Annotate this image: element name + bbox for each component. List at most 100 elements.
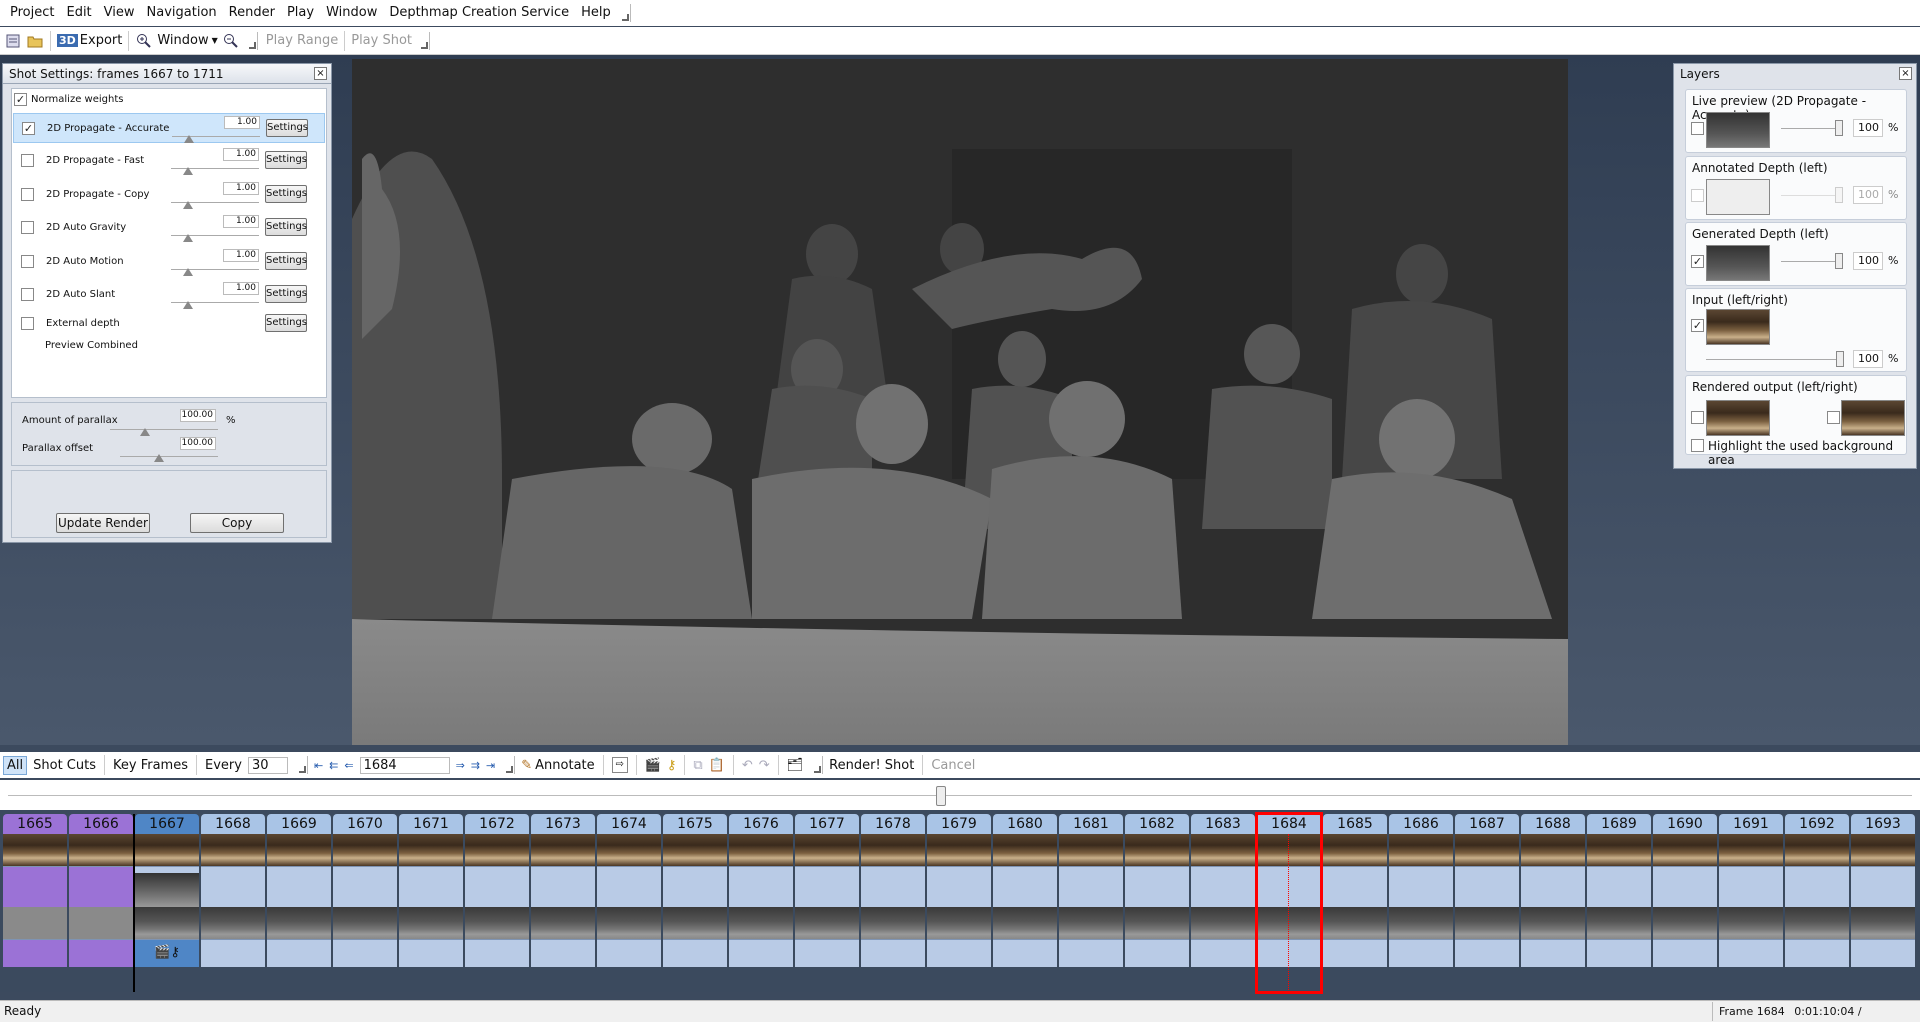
algorithm-row-propagate-copy[interactable]: 2D Propagate - Copy 1.00 Settings xyxy=(13,180,325,210)
parallax-offset-value[interactable]: 100.00 xyxy=(180,437,216,450)
frame-annotation-cell[interactable] xyxy=(333,866,397,907)
frame-column[interactable]: 1691 xyxy=(1719,814,1783,992)
slider-thumb[interactable] xyxy=(1835,253,1843,269)
slider-thumb[interactable] xyxy=(183,201,193,209)
frame-annotation-cell[interactable] xyxy=(1191,866,1255,907)
frame-keyframe-cell[interactable] xyxy=(1323,939,1387,967)
frame-keyframe-cell[interactable] xyxy=(1059,939,1123,967)
frame-annotation-cell[interactable] xyxy=(1785,866,1849,907)
slider-thumb[interactable] xyxy=(184,135,194,143)
settings-button[interactable]: Settings xyxy=(265,314,307,332)
new-project-icon[interactable] xyxy=(4,32,22,50)
weight-value[interactable]: 1.00 xyxy=(224,116,260,129)
next-frame-icon[interactable]: ⇒ xyxy=(456,759,465,772)
every-input[interactable]: 30 xyxy=(247,756,288,774)
frame-annotation-cell[interactable] xyxy=(1059,866,1123,907)
frame-annotation-cell[interactable] xyxy=(663,866,727,907)
slider-thumb[interactable] xyxy=(183,167,193,175)
copy-button[interactable]: Copy xyxy=(190,513,284,533)
frame-keyframe-cell[interactable] xyxy=(1125,939,1189,967)
frame-annotation-cell[interactable] xyxy=(69,866,133,907)
frame-keyframe-cell[interactable] xyxy=(1191,939,1255,967)
layer-visibility-checkbox-right[interactable] xyxy=(1827,411,1840,424)
toolbar-grip[interactable] xyxy=(506,756,516,774)
settings-button[interactable]: Settings xyxy=(265,252,307,270)
frame-annotation-cell[interactable] xyxy=(531,866,595,907)
layers-title-bar[interactable]: Layers × xyxy=(1674,64,1916,84)
algorithm-checkbox[interactable]: ✓ xyxy=(22,122,35,135)
menu-play[interactable]: Play xyxy=(281,0,320,26)
toolbar-grip[interactable] xyxy=(814,756,824,774)
prev-frame-icon[interactable]: ⇐ xyxy=(344,759,353,772)
frame-column[interactable]: 1666 xyxy=(69,814,133,992)
paste-icon[interactable]: 📋 xyxy=(709,758,725,773)
normalize-weights-checkbox[interactable]: ✓ xyxy=(14,93,27,106)
algorithm-checkbox[interactable] xyxy=(21,317,34,330)
layer-opacity-value[interactable]: 100 xyxy=(1853,186,1883,204)
layer-opacity-slider[interactable] xyxy=(1781,128,1841,129)
settings-button[interactable]: Settings xyxy=(265,151,307,169)
frame-column[interactable]: 1677 xyxy=(795,814,859,992)
layer-visibility-checkbox-left[interactable] xyxy=(1691,411,1704,424)
weight-value[interactable]: 1.00 xyxy=(223,215,259,228)
weight-value[interactable]: 1.00 xyxy=(223,148,259,161)
frame-column[interactable]: 1688 xyxy=(1521,814,1585,992)
frame-column[interactable]: 1676 xyxy=(729,814,793,992)
import-icon[interactable]: ⇨ xyxy=(611,757,628,773)
frame-column[interactable]: 1669 xyxy=(267,814,331,992)
frame-keyframe-cell[interactable] xyxy=(663,939,727,967)
frame-keyframe-cell[interactable] xyxy=(333,939,397,967)
frame-column[interactable]: 1668 xyxy=(201,814,265,992)
zoom-out-icon[interactable] xyxy=(222,32,240,50)
frame-annotation-cell[interactable] xyxy=(927,866,991,907)
frame-keyframe-cell[interactable] xyxy=(1851,939,1915,967)
export-frames-icon[interactable]: 🗂 xyxy=(787,758,804,773)
slider-thumb[interactable] xyxy=(154,454,164,462)
filter-shot-cuts-button[interactable]: Shot Cuts xyxy=(33,758,96,773)
annotate-button[interactable]: ✎ Annotate xyxy=(521,758,594,773)
slider-thumb[interactable] xyxy=(140,428,150,436)
layer-visibility-checkbox[interactable] xyxy=(1691,122,1704,135)
menu-edit[interactable]: Edit xyxy=(60,0,97,26)
parallax-slider[interactable] xyxy=(110,429,218,430)
slider-thumb[interactable] xyxy=(1835,187,1843,203)
frame-column[interactable]: 1686 xyxy=(1389,814,1453,992)
frame-keyframe-cell[interactable] xyxy=(69,939,133,967)
frame-input[interactable]: 1684 xyxy=(359,756,450,774)
layer-visibility-checkbox[interactable] xyxy=(1691,189,1704,202)
layer-visibility-checkbox[interactable]: ✓ xyxy=(1691,255,1704,268)
close-icon[interactable]: × xyxy=(1899,67,1912,80)
play-shot-button[interactable]: Play Shot xyxy=(351,33,412,48)
frame-column[interactable]: 1680 xyxy=(993,814,1057,992)
algorithm-row-auto-motion[interactable]: 2D Auto Motion 1.00 Settings xyxy=(13,247,325,277)
frame-column[interactable]: 1681 xyxy=(1059,814,1123,992)
algorithm-checkbox[interactable] xyxy=(21,188,34,201)
frame-column[interactable]: 1671 xyxy=(399,814,463,992)
open-folder-icon[interactable] xyxy=(26,32,44,50)
frame-annotation-cell[interactable] xyxy=(135,866,199,907)
algorithm-row-propagate-accurate[interactable]: ✓ 2D Propagate - Accurate 1.00 Settings xyxy=(13,113,325,143)
algorithm-checkbox[interactable] xyxy=(21,154,34,167)
frame-annotation-cell[interactable] xyxy=(399,866,463,907)
frame-annotation-cell[interactable] xyxy=(861,866,925,907)
frame-keyframe-cell[interactable] xyxy=(465,939,529,967)
layer-opacity-value[interactable]: 100 xyxy=(1853,119,1883,137)
clapperboard-icon[interactable]: 🎬 xyxy=(645,758,661,773)
frame-column[interactable]: 1679 xyxy=(927,814,991,992)
slider-thumb[interactable] xyxy=(183,268,193,276)
current-frame-column[interactable]: 1684 xyxy=(1255,812,1323,994)
first-frame-icon[interactable]: ⇤ xyxy=(314,759,323,772)
frame-annotation-cell[interactable] xyxy=(1653,866,1717,907)
shot-settings-title-bar[interactable]: Shot Settings: frames 1667 to 1711 × xyxy=(3,64,331,84)
frame-keyframe-cell[interactable] xyxy=(1785,939,1849,967)
depth-preview-viewport[interactable] xyxy=(352,59,1568,745)
menu-depthmap-creation-service[interactable]: Depthmap Creation Service xyxy=(383,0,575,26)
toolbar-grip[interactable] xyxy=(248,31,258,50)
frame-keyframe-cell[interactable] xyxy=(399,939,463,967)
frame-column[interactable]: 1682 xyxy=(1125,814,1189,992)
algorithm-checkbox[interactable] xyxy=(21,221,34,234)
undo-icon[interactable]: ↶ xyxy=(742,758,753,773)
layer-visibility-checkbox[interactable]: ✓ xyxy=(1691,319,1704,332)
frame-keyframe-cell[interactable] xyxy=(927,939,991,967)
frame-keyframe-cell[interactable] xyxy=(993,939,1057,967)
